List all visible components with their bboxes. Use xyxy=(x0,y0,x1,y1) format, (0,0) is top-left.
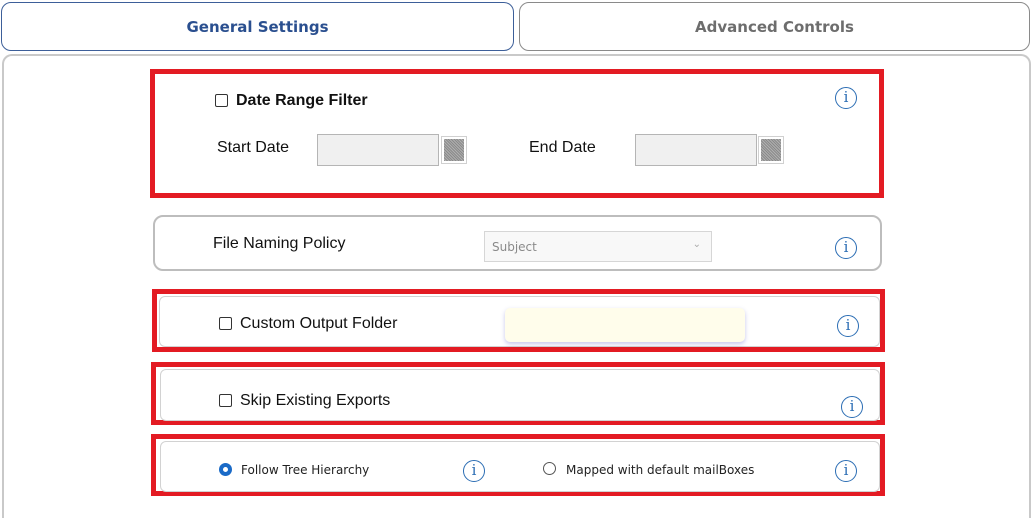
tab-advanced-controls-label: Advanced Controls xyxy=(695,17,854,36)
file-naming-selected-value: Subject xyxy=(492,240,537,254)
mapped-mailboxes-radio[interactable] xyxy=(543,462,556,475)
end-date-label: End Date xyxy=(529,139,596,156)
output-folder-input[interactable] xyxy=(505,308,745,342)
date-range-checkbox[interactable] xyxy=(215,94,228,107)
end-date-calendar-button[interactable] xyxy=(758,136,784,164)
chevron-down-icon: ⌄ xyxy=(692,239,701,250)
skip-exports-info-icon[interactable]: i xyxy=(841,396,863,418)
follow-tree-label: Follow Tree Hierarchy xyxy=(241,463,370,477)
follow-tree-info-icon[interactable]: i xyxy=(463,460,485,482)
output-folder-checkbox[interactable] xyxy=(219,317,232,330)
tab-general-settings[interactable]: General Settings xyxy=(1,2,514,51)
mapped-mailboxes-info-icon[interactable]: i xyxy=(835,460,857,482)
date-range-info-icon[interactable]: i xyxy=(835,87,857,109)
tab-advanced-controls[interactable]: Advanced Controls xyxy=(519,2,1030,51)
start-date-label: Start Date xyxy=(217,139,290,156)
skip-exports-checkbox[interactable] xyxy=(219,394,232,407)
date-range-title: Date Range Filter xyxy=(236,92,368,109)
mapped-mailboxes-label: Mapped with default mailBoxes xyxy=(566,463,755,477)
skip-exports-section: Skip Existing Exports i xyxy=(151,362,885,425)
start-date-input[interactable] xyxy=(317,134,439,166)
file-naming-info-icon[interactable]: i xyxy=(835,237,857,259)
date-range-section: Date Range Filter i Start Date End Date xyxy=(150,69,884,198)
output-folder-label: Custom Output Folder xyxy=(240,315,398,332)
tab-general-settings-label: General Settings xyxy=(186,17,329,36)
file-naming-section: File Naming Policy Subject ⌄ i xyxy=(153,215,882,271)
hierarchy-section: Follow Tree Hierarchy i Mapped with defa… xyxy=(151,434,885,496)
file-naming-select[interactable]: Subject ⌄ xyxy=(484,231,712,262)
follow-tree-radio[interactable] xyxy=(219,463,232,476)
start-date-calendar-button[interactable] xyxy=(441,136,467,164)
output-folder-section: Custom Output Folder i xyxy=(152,289,885,352)
end-date-input[interactable] xyxy=(635,134,757,166)
skip-exports-label: Skip Existing Exports xyxy=(240,392,391,409)
output-folder-info-icon[interactable]: i xyxy=(837,315,859,337)
file-naming-label: File Naming Policy xyxy=(213,235,346,252)
